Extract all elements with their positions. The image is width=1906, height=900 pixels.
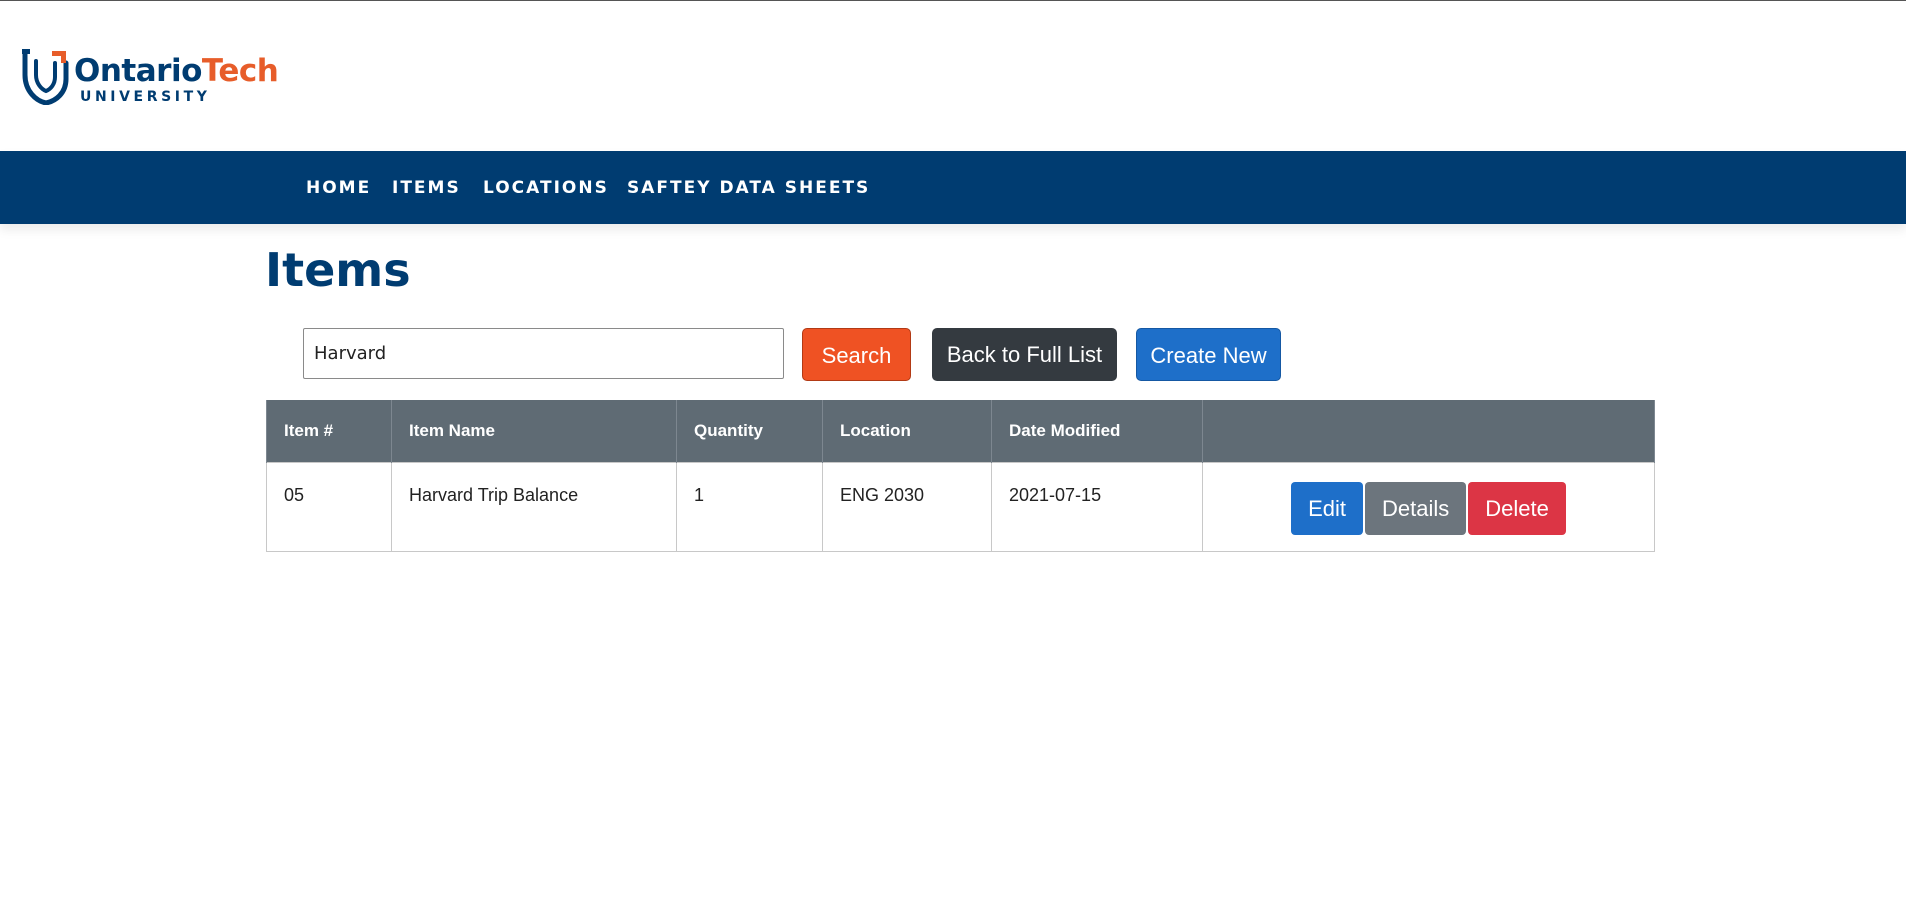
column-header-date-modified: Date Modified [991,400,1203,462]
create-new-button[interactable]: Create New [1136,328,1281,381]
cell-item-number: 05 [266,461,392,552]
nav-item-locations[interactable]: LOCATIONS [483,177,609,199]
page-title: Items [265,243,411,297]
logo-wordmark: OntarioTech [74,53,279,89]
cell-actions: Edit Details Delete [1202,461,1655,552]
cell-location: ENG 2030 [822,461,992,552]
items-table: Item # Item Name Quantity Location Date … [266,400,1655,552]
site-header: OntarioTech UNIVERSITY [0,1,1906,151]
search-input[interactable] [303,328,784,379]
search-button[interactable]: Search [802,328,911,381]
column-header-item-number: Item # [266,400,392,462]
nav-item-safety-data-sheets[interactable]: SAFTEY DATA SHEETS [627,177,870,199]
logo-shield-icon [22,49,69,105]
delete-button[interactable]: Delete [1468,481,1566,535]
logo-wordmark-tech: Tech [201,53,279,89]
nav-item-home[interactable]: HOME [306,177,371,199]
cell-quantity: 1 [676,461,823,552]
logo-subtitle: UNIVERSITY [80,89,211,105]
details-button[interactable]: Details [1365,481,1467,535]
column-header-quantity: Quantity [676,400,823,462]
cell-date-modified: 2021-07-15 [991,461,1203,552]
logo-wordmark-ontario: Ontario [74,53,202,89]
edit-button[interactable]: Edit [1291,481,1364,535]
column-header-location: Location [822,400,992,462]
main-navigation: HOME ITEMS LOCATIONS SAFTEY DATA SHEETS [0,151,1906,224]
ontario-tech-logo[interactable]: OntarioTech UNIVERSITY [22,49,279,109]
table-row: 05 Harvard Trip Balance 1 ENG 2030 2021-… [266,461,1655,552]
table-header-row: Item # Item Name Quantity Location Date … [266,400,1655,462]
cell-item-name: Harvard Trip Balance [391,461,677,552]
column-header-actions [1202,400,1655,462]
back-to-full-list-button[interactable]: Back to Full List [932,328,1117,381]
nav-item-items[interactable]: ITEMS [392,177,461,199]
column-header-item-name: Item Name [391,400,677,462]
